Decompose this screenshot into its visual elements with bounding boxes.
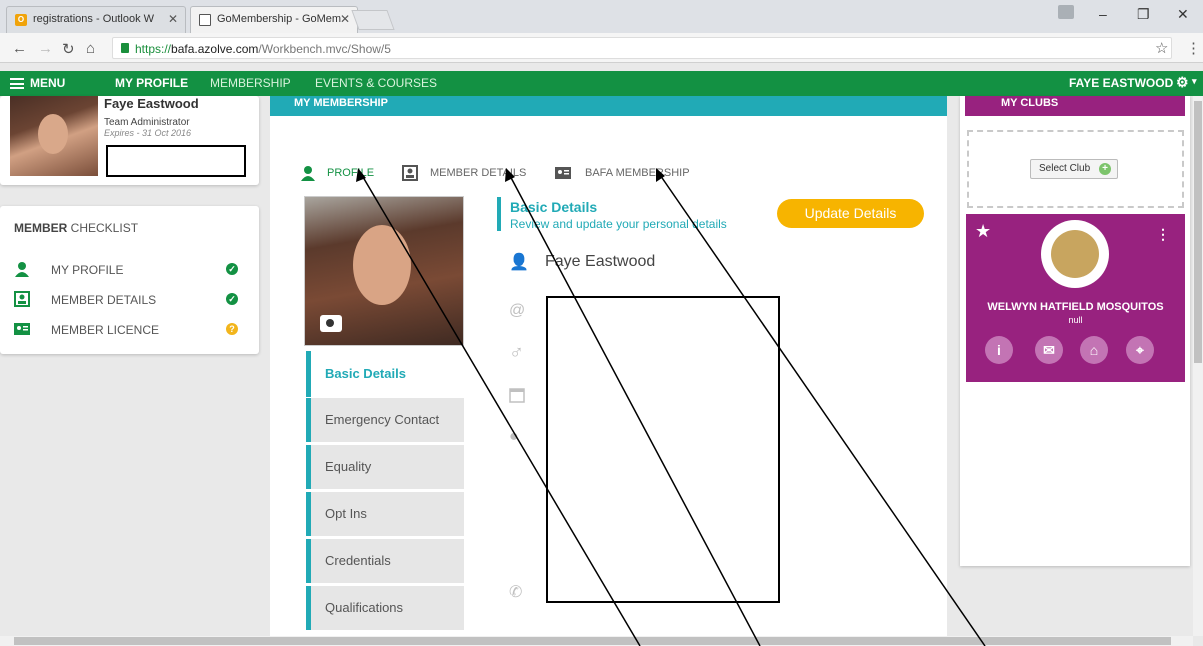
calendar-icon xyxy=(509,388,525,403)
checklist-item-member-details[interactable]: MEMBER DETAILS ✓ xyxy=(14,291,244,311)
select-club-label: Select Club xyxy=(1039,163,1091,174)
gear-icon[interactable]: ⚙ xyxy=(1176,74,1189,91)
lock-icon xyxy=(121,43,129,53)
vertical-scrollbar[interactable] xyxy=(1193,96,1203,636)
close-tab-icon[interactable]: ✕ xyxy=(168,12,178,26)
kebab-menu-icon[interactable]: ⋮ xyxy=(1156,226,1170,243)
info-icon[interactable]: i xyxy=(985,336,1013,364)
minimize-icon[interactable]: – xyxy=(1099,6,1107,22)
full-name-value: Faye Eastwood xyxy=(545,253,656,270)
address-bar: ← → ↻ ⌂ https://bafa.azolve.com/Workbenc… xyxy=(0,33,1203,63)
camera-icon[interactable] xyxy=(320,315,342,332)
star-icon[interactable]: ★ xyxy=(975,221,991,242)
redaction-box xyxy=(546,296,780,603)
tab-bafa-membership[interactable]: BAFA MEMBERSHIP xyxy=(585,167,690,179)
select-club-button[interactable]: Select Club + xyxy=(1030,159,1118,179)
id-badge-icon xyxy=(14,291,30,307)
back-icon[interactable]: ← xyxy=(12,40,27,57)
horizontal-scrollbar[interactable] xyxy=(0,636,1193,646)
reload-icon[interactable]: ↻ xyxy=(62,40,75,58)
person-icon xyxy=(15,262,29,277)
club-subtitle: null xyxy=(1068,315,1083,325)
check-circle-icon: ✓ xyxy=(226,293,238,305)
checklist-item-label: MEMBER LICENCE xyxy=(51,323,160,337)
clubs-header: MY CLUBS xyxy=(965,96,1185,116)
id-card-icon xyxy=(14,323,30,335)
url-input[interactable]: https://bafa.azolve.com/Workbench.mvc/Sh… xyxy=(112,37,1172,59)
question-circle-icon: ? xyxy=(226,323,238,335)
map-pin-icon[interactable]: ⌖ xyxy=(1126,336,1154,364)
side-menu-credentials[interactable]: Credentials xyxy=(306,539,464,583)
section-title: Basic Details xyxy=(510,199,598,215)
main-header: MY MEMBERSHIP xyxy=(270,96,947,116)
browser-tab-outlook[interactable]: O registrations - Outlook W ✕ xyxy=(6,6,186,33)
club-name: WELWYN HATFIELD MOSQUITOS xyxy=(987,301,1164,313)
browser-menu-icon[interactable]: ⋮ xyxy=(1186,39,1201,57)
id-badge-icon xyxy=(402,165,418,181)
restore-icon[interactable]: ❐ xyxy=(1137,6,1150,23)
tab-title: GoMembership - GoMem xyxy=(217,13,342,25)
scrollbar-thumb[interactable] xyxy=(1194,101,1202,363)
gender-male-icon: ♂ xyxy=(509,342,524,364)
nav-membership[interactable]: MEMBERSHIP xyxy=(210,76,291,90)
side-menu-emergency-contact[interactable]: Emergency Contact xyxy=(306,398,464,442)
new-tab-button[interactable] xyxy=(351,10,395,30)
app-nav-bar: MENU MY PROFILE MEMBERSHIP EVENTS & COUR… xyxy=(0,71,1203,96)
tab-member-details[interactable]: MEMBER DETAILS xyxy=(430,167,526,179)
club-logo xyxy=(1041,220,1109,288)
checklist-item-my-profile[interactable]: MY PROFILE ✓ xyxy=(14,261,244,281)
scrollbar-thumb[interactable] xyxy=(14,637,1171,645)
mail-icon[interactable]: ✉ xyxy=(1035,336,1063,364)
check-circle-icon: ✓ xyxy=(226,263,238,275)
checklist-item-label: MY PROFILE xyxy=(51,263,124,277)
side-menu-equality[interactable]: Equality xyxy=(306,445,464,489)
page-icon xyxy=(199,14,211,26)
user-profile-icon[interactable] xyxy=(1058,5,1074,19)
tab-profile[interactable]: PROFILE xyxy=(327,167,374,179)
update-details-button[interactable]: Update Details xyxy=(777,199,924,228)
browser-tab-bar: O registrations - Outlook W ✕ GoMembersh… xyxy=(0,0,1203,33)
checklist-title: MEMBER CHECKLIST xyxy=(14,221,139,235)
avatar xyxy=(10,96,98,176)
person-icon xyxy=(301,166,315,181)
plus-circle-icon: + xyxy=(1099,163,1111,175)
outlook-icon: O xyxy=(15,14,27,26)
close-tab-icon[interactable]: ✕ xyxy=(340,12,350,26)
profile-role: Team Administrator xyxy=(104,117,190,128)
close-window-icon[interactable]: ✕ xyxy=(1177,6,1189,23)
phone-icon: ✆ xyxy=(509,584,523,601)
menu-button[interactable]: MENU xyxy=(30,76,65,90)
home-icon[interactable]: ⌂ xyxy=(86,40,95,57)
profile-name: Faye Eastwood xyxy=(104,96,199,111)
redaction-box xyxy=(106,145,246,177)
side-menu-qualifications[interactable]: Qualifications xyxy=(306,586,464,630)
side-menu-opt-ins[interactable]: Opt Ins xyxy=(306,492,464,536)
section-subtitle: Review and update your personal details xyxy=(510,217,727,231)
nav-events-courses[interactable]: EVENTS & COURSES xyxy=(315,76,437,90)
home-icon[interactable]: ⌂ xyxy=(1080,336,1108,364)
nav-my-profile[interactable]: MY PROFILE xyxy=(115,76,188,90)
side-menu-basic-details[interactable]: Basic Details xyxy=(306,351,464,397)
url-text: https://bafa.azolve.com/Workbench.mvc/Sh… xyxy=(135,42,391,56)
checklist-item-label: MEMBER DETAILS xyxy=(51,293,157,307)
hamburger-icon[interactable] xyxy=(10,78,24,89)
person-icon: 👤 xyxy=(509,254,529,271)
id-card-icon xyxy=(555,167,571,179)
browser-tab-gomembership[interactable]: GoMembership - GoMem ✕ xyxy=(190,6,358,33)
nav-user-name[interactable]: FAYE EASTWOOD xyxy=(1069,76,1173,90)
bookmark-star-icon[interactable]: ☆ xyxy=(1155,39,1168,57)
email-at-icon: @ xyxy=(509,302,526,319)
checklist-item-member-licence[interactable]: MEMBER LICENCE ? xyxy=(14,321,244,341)
profile-expiry: Expires - 31 Oct 2016 xyxy=(104,128,192,138)
profile-photo xyxy=(304,196,464,346)
face-image xyxy=(353,225,411,305)
section-accent-bar xyxy=(497,197,501,231)
location-pin-icon: ● xyxy=(509,428,519,445)
chevron-down-icon[interactable]: ▾ xyxy=(1192,76,1197,87)
forward-icon[interactable]: → xyxy=(38,40,53,57)
tab-title: registrations - Outlook W xyxy=(33,13,155,25)
